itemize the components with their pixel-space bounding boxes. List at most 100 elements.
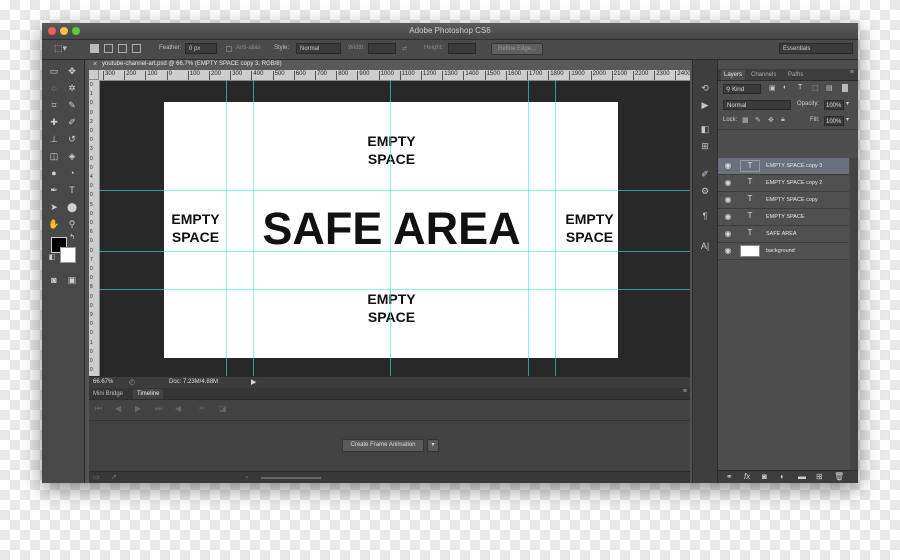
link-layers-icon[interactable]: ⚭ — [726, 472, 733, 481]
lasso-tool-icon[interactable]: ◌ — [47, 82, 61, 94]
hand-tool-icon[interactable]: ✋ — [47, 218, 61, 230]
swap-colors-icon[interactable]: ↰ — [65, 232, 79, 244]
guide-line[interactable] — [226, 80, 227, 376]
audio-icon[interactable]: ◀ — [175, 404, 181, 413]
guide-line[interactable] — [555, 80, 556, 376]
magic-wand-tool-icon[interactable]: ✲ — [65, 82, 79, 94]
type-tool-icon[interactable]: T — [65, 184, 79, 196]
zoom-tool-icon[interactable]: ⚲ — [65, 218, 79, 230]
blur-tool-icon[interactable]: ● — [47, 167, 61, 179]
filter-type-icon[interactable]: T — [798, 84, 802, 91]
filter-shape-icon[interactable]: ⬚ — [812, 84, 819, 92]
layer-visibility-eye-icon[interactable]: ◉ — [724, 162, 732, 170]
quick-mask-icon[interactable]: ◙ — [47, 274, 61, 286]
eyedropper-tool-icon[interactable]: ✎ — [65, 99, 79, 111]
brush-tool-icon[interactable]: ✐ — [65, 116, 79, 128]
zoom-level[interactable]: 66.67% — [93, 379, 113, 385]
document-tab-close-icon[interactable]: × — [93, 61, 97, 68]
filter-pixel-icon[interactable]: ▣ — [769, 84, 776, 92]
actions-panel-icon[interactable]: ▶ — [698, 99, 712, 111]
layer-visibility-eye-icon[interactable]: ◉ — [724, 230, 732, 238]
eraser-tool-icon[interactable]: ◫ — [47, 150, 61, 162]
screen-mode-icon[interactable]: ▣ — [65, 274, 79, 286]
layer-kind-select[interactable]: ⚲ Kind — [723, 84, 761, 94]
layer-style-fx-icon[interactable]: fx — [744, 472, 750, 481]
render-icon[interactable]: ↗ — [111, 473, 117, 481]
delete-layer-icon[interactable]: 🗑︎ — [834, 472, 844, 481]
opacity-dropdown-icon[interactable]: ▾ — [846, 100, 849, 107]
play-icon[interactable]: ▶ — [135, 404, 141, 413]
previous-frame-icon[interactable]: ◀ — [115, 404, 121, 413]
anti-alias-checkbox[interactable] — [226, 46, 232, 52]
pen-tool-icon[interactable]: ✒ — [47, 184, 61, 196]
layer-row[interactable]: ◉ T SAFE AREA — [718, 226, 849, 243]
lock-position-icon[interactable]: ✥ — [768, 116, 774, 124]
layer-row[interactable]: ◉ background — [718, 243, 849, 260]
first-frame-icon[interactable]: ⏮ — [95, 404, 102, 414]
ellipse-tool-icon[interactable]: ⬤ — [65, 201, 79, 213]
lock-image-icon[interactable]: ✎ — [755, 116, 761, 124]
tab-mini-bridge[interactable]: Mini Bridge — [89, 389, 127, 399]
character-panel-icon[interactable]: A| — [698, 240, 712, 252]
layers-scrollbar[interactable] — [850, 158, 858, 471]
width-input[interactable] — [368, 43, 396, 54]
guide-line[interactable] — [99, 190, 690, 191]
styles-panel-icon[interactable]: ⊞ — [698, 140, 712, 152]
status-refresh-icon[interactable]: ◴ — [129, 378, 135, 386]
convert-icon[interactable]: ▭ — [93, 473, 100, 481]
guide-line[interactable] — [99, 251, 690, 252]
background-color-swatch[interactable] — [60, 247, 76, 263]
adjustments-panel-icon[interactable]: ◧ — [698, 123, 712, 135]
fill-input[interactable]: 100% — [824, 116, 844, 126]
dodge-tool-icon[interactable]: ◔ — [65, 167, 79, 179]
status-menu-arrow-icon[interactable]: ▶ — [251, 378, 256, 386]
tab-timeline[interactable]: Timeline — [133, 389, 164, 399]
layer-visibility-eye-icon[interactable]: ◉ — [724, 213, 732, 221]
brush-panel-icon[interactable]: ✐ — [698, 168, 712, 180]
filter-smart-object-icon[interactable]: ▤ — [826, 84, 833, 92]
guide-line[interactable] — [390, 80, 391, 376]
next-frame-icon[interactable]: ⏭ — [155, 404, 162, 414]
selection-mode-subtract-icon[interactable] — [118, 44, 127, 53]
filter-toggle-icon[interactable] — [842, 84, 848, 92]
history-brush-tool-icon[interactable]: ↺ — [65, 133, 79, 145]
fill-dropdown-icon[interactable]: ▾ — [846, 116, 849, 123]
paint-bucket-tool-icon[interactable]: ◈ — [65, 150, 79, 162]
default-colors-icon[interactable]: ◧ — [45, 252, 59, 264]
selection-mode-new-icon[interactable] — [90, 44, 99, 53]
layer-visibility-eye-icon[interactable]: ◉ — [724, 179, 732, 187]
vertical-ruler[interactable]: 0 1 0 0 2 0 0 3 0 0 4 0 0 5 0 0 6 0 0 7 0 0 8 0 0 9 0 0 1 0 0 0 — [89, 80, 100, 376]
blend-mode-select[interactable]: Normal — [723, 100, 791, 110]
feather-input[interactable]: 0 px — [185, 43, 217, 54]
lock-transparent-icon[interactable]: ▦ — [742, 116, 749, 124]
rectangular-marquee-tool-icon[interactable]: ▭ — [47, 65, 61, 77]
layer-row[interactable]: ◉ T EMPTY SPACE — [718, 209, 849, 226]
move-tool-icon[interactable]: ✥ — [65, 65, 79, 77]
clone-stamp-tool-icon[interactable]: ⊥ — [47, 133, 61, 145]
guide-line[interactable] — [528, 80, 529, 376]
new-adjustment-layer-icon[interactable]: ◐ — [780, 472, 785, 481]
transition-icon[interactable]: ◪ — [219, 404, 227, 413]
style-select[interactable]: Normal — [296, 43, 341, 54]
new-layer-icon[interactable]: ⊞ — [816, 472, 823, 481]
workspace-select[interactable]: Essentials — [779, 43, 853, 54]
refine-edge-button[interactable]: Refine Edge... — [491, 43, 543, 55]
paragraph-panel-icon[interactable]: ¶ — [698, 210, 712, 222]
timeline-panel-menu-icon[interactable]: ≡ — [683, 388, 687, 395]
clone-source-panel-icon[interactable]: ⚙ — [698, 185, 712, 197]
create-animation-dropdown-button[interactable]: ▾ — [427, 439, 439, 452]
selection-mode-add-icon[interactable] — [104, 44, 113, 53]
layer-row[interactable]: ◉ T EMPTY SPACE copy 3 — [718, 158, 849, 175]
horizontal-ruler[interactable]: 300 200 100 0 100 200 300 400 500 600 700 800 900 100… — [99, 70, 690, 81]
layer-visibility-eye-icon[interactable]: ◉ — [724, 247, 732, 255]
new-group-icon[interactable]: ▬ — [798, 472, 806, 481]
timeline-zoom-slider[interactable] — [261, 477, 321, 479]
crop-tool-icon[interactable]: ⌗ — [47, 99, 61, 111]
selection-mode-intersect-icon[interactable] — [132, 44, 141, 53]
split-icon[interactable]: ✂ — [199, 404, 206, 413]
layer-row[interactable]: ◉ T EMPTY SPACE copy 2 — [718, 175, 849, 192]
create-frame-animation-button[interactable]: Create Frame Animation — [342, 439, 424, 452]
layer-visibility-eye-icon[interactable]: ◉ — [724, 196, 732, 204]
guide-line[interactable] — [99, 289, 690, 290]
layer-row[interactable]: ◉ T EMPTY SPACE copy — [718, 192, 849, 209]
